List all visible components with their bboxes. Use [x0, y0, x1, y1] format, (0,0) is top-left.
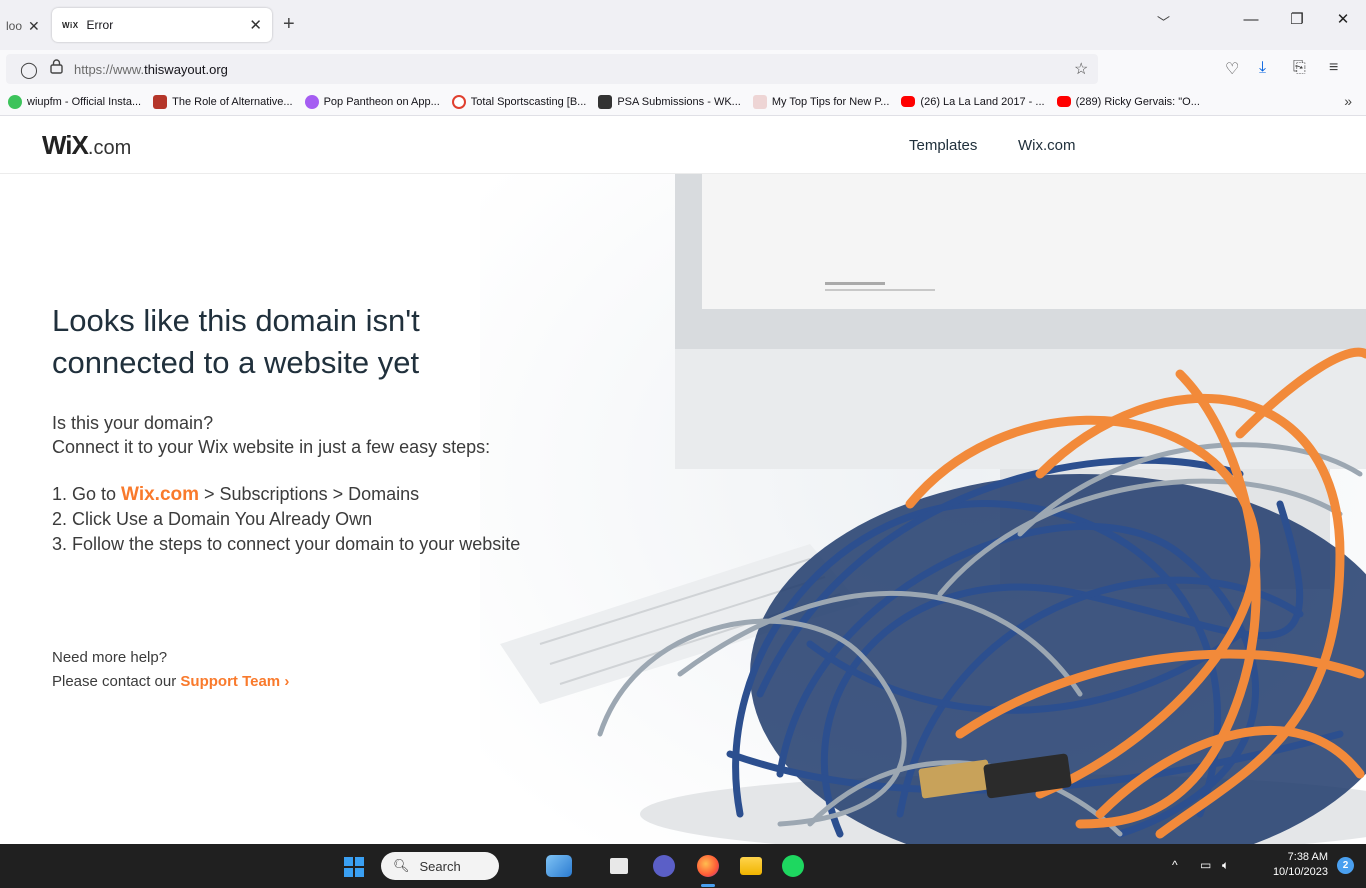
- taskbar-search-label: Search: [419, 858, 461, 874]
- url-text[interactable]: https://www.thiswayout.org: [74, 62, 228, 77]
- menu-icon[interactable]: ≡: [1329, 59, 1338, 77]
- bookmark-favicon-icon: [598, 94, 613, 109]
- headline-line-2: connected to a website yet: [52, 345, 420, 380]
- shield-icon[interactable]: ◯: [20, 60, 38, 80]
- chevron-up-icon[interactable]: ^: [1172, 858, 1178, 872]
- domain-question-block: Is this your domain? Connect it to your …: [52, 411, 652, 459]
- site-header: WiX.com Templates Wix.com: [0, 116, 1366, 174]
- bookmark-label: wiupfm - Official Insta...: [27, 95, 142, 108]
- bookmark-label: My Top Tips for New P...: [771, 95, 890, 108]
- connect-instruction: Connect it to your Wix website in just a…: [52, 437, 491, 457]
- tab-previous[interactable]: loo ✕: [0, 12, 40, 40]
- nav-link-templates[interactable]: Templates: [909, 137, 977, 154]
- domain-question: Is this your domain?: [52, 413, 214, 433]
- clock-time: 7:38 AM: [1287, 851, 1328, 863]
- teams-chat-icon[interactable]: [653, 855, 675, 877]
- bookmark-item[interactable]: My Top Tips for New P...: [752, 94, 890, 109]
- podcast-icon: [304, 94, 319, 109]
- bookmark-label: The Role of Alternative...: [172, 95, 293, 108]
- network-icon[interactable]: ▭: [1200, 858, 1211, 872]
- help-contact-prefix: Please contact our: [52, 673, 181, 690]
- bookmark-label: PSA Submissions - WK...: [617, 95, 741, 108]
- step-3: 3. Follow the steps to connect your doma…: [52, 534, 521, 554]
- bookmark-item[interactable]: (26) La La Land 2017 - ...: [901, 95, 1045, 108]
- bookmarks-bar: wiupfm - Official Insta... The Role of A…: [0, 88, 1366, 116]
- new-tab-button[interactable]: +: [283, 13, 295, 35]
- page-title: Looks like this domain isn't connected t…: [52, 300, 612, 384]
- close-window-button[interactable]: ✕: [1320, 10, 1366, 28]
- bookmark-item[interactable]: (289) Ricky Gervais: "O...: [1056, 95, 1200, 108]
- step-1-suffix: > Subscriptions > Domains: [199, 484, 420, 504]
- bookmark-item[interactable]: Total Sportscasting [B...: [451, 94, 587, 109]
- tab-title: Error: [86, 18, 114, 32]
- youtube-icon: [901, 96, 916, 107]
- restore-button[interactable]: ❐: [1274, 10, 1320, 28]
- bookmark-item[interactable]: wiupfm - Official Insta...: [8, 94, 142, 109]
- notification-badge[interactable]: 2: [1337, 857, 1354, 874]
- minimize-button[interactable]: —: [1228, 11, 1274, 28]
- help-contact: Please contact our Support Team ›: [52, 670, 289, 694]
- step-1: 1. Go to Wix.com > Subscriptions > Domai…: [52, 482, 672, 507]
- tab-active[interactable]: WiX Error ✕: [52, 8, 272, 42]
- bookmark-item[interactable]: The Role of Alternative...: [153, 94, 293, 109]
- close-icon[interactable]: ✕: [249, 16, 262, 34]
- search-icon: 🔍︎: [393, 858, 410, 873]
- headline-line-1: Looks like this domain isn't: [52, 303, 420, 338]
- chevron-double-right-icon[interactable]: »: [1344, 93, 1352, 109]
- bookmark-favicon-icon: [752, 94, 767, 109]
- bookmark-favicon-icon: [451, 94, 466, 109]
- extensions-icon[interactable]: ⎘: [1293, 59, 1306, 77]
- bookmark-label: Pop Pantheon on App...: [323, 95, 440, 108]
- bookmark-favicon-icon: [153, 94, 168, 109]
- url-domain: thiswayout.org: [144, 62, 228, 77]
- tab-previous-label: loo: [6, 19, 23, 33]
- window-controls: ﹀ — ❐ ✕: [1157, 10, 1366, 31]
- close-icon[interactable]: ✕: [28, 18, 40, 35]
- help-block: Need more help? Please contact our Suppo…: [52, 646, 289, 694]
- steps-list: 1. Go to Wix.com > Subscriptions > Domai…: [52, 482, 672, 557]
- pocket-icon[interactable]: ♡: [1225, 59, 1239, 79]
- lock-icon[interactable]: [50, 59, 63, 79]
- navigation-bar: ◯ ☆ https://www.thiswayout.org ♡ ⤓ ⎘ ≡: [0, 50, 1366, 88]
- nav-link-wix-com[interactable]: Wix.com: [1018, 137, 1076, 154]
- logo-main: WiX: [42, 130, 89, 160]
- bookmark-label: (26) La La Land 2017 - ...: [920, 95, 1045, 108]
- youtube-icon: [1056, 96, 1071, 107]
- windows-start-icon[interactable]: [344, 857, 364, 877]
- support-team-link[interactable]: Support Team ›: [180, 673, 289, 690]
- widgets-icon[interactable]: [546, 855, 572, 877]
- bookmark-label: Total Sportscasting [B...: [470, 95, 587, 108]
- file-explorer-icon[interactable]: [740, 857, 762, 875]
- wix-com-link[interactable]: Wix.com: [121, 484, 199, 505]
- clock-date: 10/10/2023: [1272, 866, 1328, 878]
- logo-suffix: .com: [87, 137, 132, 159]
- help-question: Need more help?: [52, 649, 168, 666]
- url-prefix: https://www.: [74, 62, 145, 77]
- step-2: 2. Click Use a Domain You Already Own: [52, 509, 373, 529]
- task-view-icon[interactable]: [610, 858, 628, 874]
- bookmark-item[interactable]: Pop Pantheon on App...: [304, 94, 440, 109]
- bookmark-favicon-icon: [8, 94, 22, 109]
- active-app-indicator: [701, 884, 715, 887]
- wix-logo[interactable]: WiX.com: [42, 130, 131, 161]
- bookmark-star-icon[interactable]: ☆: [1074, 59, 1088, 79]
- firefox-icon[interactable]: [697, 855, 719, 877]
- chevron-down-icon[interactable]: ﹀: [1157, 12, 1170, 31]
- taskbar: 🔍︎ Search ^ ▭ 🔈︎ 7:38 AM 10/10/2023 2: [0, 844, 1366, 888]
- clock[interactable]: 7:38 AM 10/10/2023: [1273, 850, 1328, 880]
- volume-icon[interactable]: 🔈︎: [1222, 858, 1229, 873]
- download-icon[interactable]: ⤓: [1259, 59, 1266, 77]
- taskbar-search-input[interactable]: 🔍︎ Search: [381, 852, 499, 880]
- page-content: WiX.com Templates Wix.com Looks like thi…: [0, 116, 1366, 844]
- bookmark-label: (289) Ricky Gervais: "O...: [1075, 95, 1200, 108]
- wix-favicon-icon: WiX: [62, 20, 79, 30]
- browser-tab-bar: loo ✕ WiX Error ✕ + ﹀ — ❐ ✕: [0, 0, 1366, 50]
- bookmark-item[interactable]: PSA Submissions - WK...: [598, 94, 741, 109]
- spotify-icon[interactable]: [782, 855, 804, 877]
- step-1-prefix: 1. Go to: [52, 484, 122, 504]
